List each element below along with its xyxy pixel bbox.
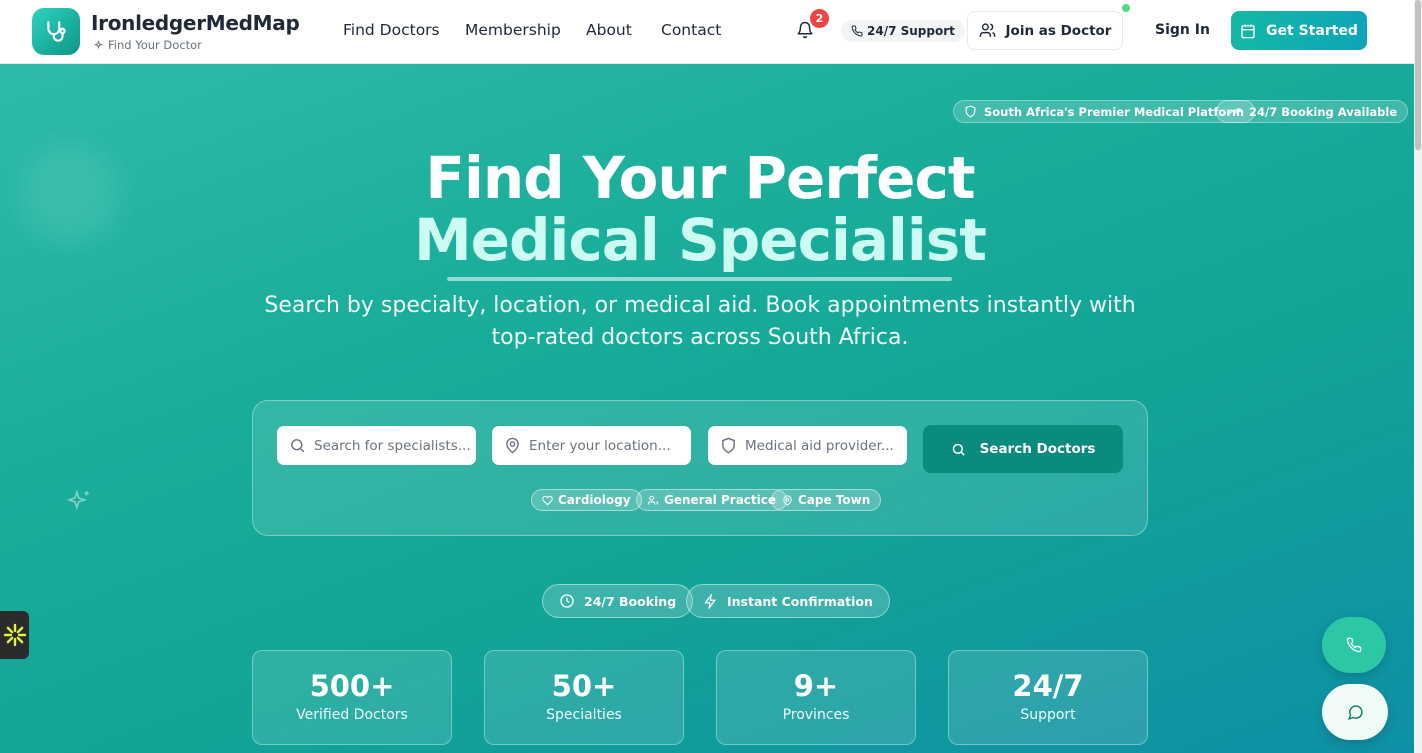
location-field[interactable]: Enter your location... [492,426,691,465]
stat-label: Provinces [782,707,850,723]
title-underline [447,277,952,281]
lightning-icon [704,593,717,609]
page-scrollbar[interactable] [1414,0,1422,753]
search-doctors-label: Search Doctors [979,441,1096,457]
logo[interactable] [32,8,80,55]
feature-24-7-booking: 24/7 Booking [542,584,694,618]
join-as-doctor-button[interactable]: Join as Doctor [967,11,1123,50]
booking-available-text: 24/7 Booking Available [1249,104,1398,119]
phone-icon [851,25,863,37]
join-as-doctor-label: Join as Doctor [1005,22,1112,39]
quick-chip-cape-town-label: Cape Town [798,493,871,507]
phone-icon [1346,637,1362,653]
stat-card-doctors: 500+ Verified Doctors [252,650,452,745]
search-icon [952,443,965,456]
specialist-search-placeholder: Search for specialists... [314,437,471,454]
shield-icon [722,437,735,454]
stat-value: 24/7 [1012,669,1084,703]
quick-chip-general-practice-label: General Practice [664,493,777,507]
brand-tagline-text: Find Your Doctor [108,38,202,52]
nav-membership[interactable]: Membership [465,21,561,39]
calendar-icon [1241,23,1255,38]
quick-chip-cardiology[interactable]: Cardiology [531,489,642,511]
stat-card-support: 24/7 Support [948,650,1148,745]
sunburst-icon [3,623,26,647]
sign-in-link[interactable]: Sign In [1155,22,1210,38]
users-icon [979,23,995,37]
support-label: 24/7 Support [867,24,955,38]
map-pin-icon [506,437,519,454]
search-panel: Search for specialists... Enter your loc… [252,400,1148,536]
feature-instant-confirmation: Instant Confirmation [686,584,890,618]
map-pin-icon [783,494,792,506]
stat-label: Support [1020,707,1076,723]
scrollbar-thumb[interactable] [1415,0,1421,150]
search-doctors-button[interactable]: Search Doctors [923,425,1123,473]
quick-chip-cardiology-label: Cardiology [558,493,631,507]
floating-call-button[interactable] [1322,617,1386,673]
trending-up-icon [1228,108,1241,115]
booking-available-badge: 24/7 Booking Available [1216,100,1409,123]
floating-chat-button[interactable] [1322,684,1388,740]
specialist-search-field[interactable]: Search for specialists... [277,426,476,465]
location-placeholder: Enter your location... [529,437,671,454]
clock-icon [560,594,574,608]
heart-icon [542,495,553,505]
site-header: IronledgerMedMap Find Your Doctor Find D… [0,0,1414,64]
nav-about[interactable]: About [586,21,632,39]
stethoscope-icon [47,20,66,42]
shield-icon [965,105,976,118]
online-indicator [1122,4,1130,12]
stat-card-specialties: 50+ Specialties [484,650,684,745]
brand-name[interactable]: IronledgerMedMap [91,11,300,35]
get-started-button[interactable]: Get Started [1231,11,1367,50]
medical-aid-placeholder: Medical aid provider... [745,437,894,454]
premier-platform-badge: South Africa's Premier Medical Platform [953,100,1255,123]
support-pill[interactable]: 24/7 Support [841,20,965,42]
sparkle-icon [66,489,89,511]
stat-label: Specialties [546,707,622,723]
nav-find-doctors[interactable]: Find Doctors [343,21,440,39]
hero-title-line1: Find Your Perfect [425,144,975,212]
notification-badge: 2 [810,9,829,28]
stat-value: 9+ [793,669,839,703]
search-icon [291,439,305,453]
sparkles-icon [93,39,104,49]
side-widget-button[interactable] [0,611,29,659]
users-icon [647,495,659,505]
quick-chip-general-practice[interactable]: General Practice [636,489,788,511]
hero-title-line2: Medical Specialist [413,206,987,274]
hero-section: South Africa's Premier Medical Platform … [0,64,1414,753]
quick-chip-cape-town[interactable]: Cape Town [771,489,882,511]
medical-aid-field[interactable]: Medical aid provider... [708,426,907,465]
brand-tagline: Find Your Doctor [93,38,202,52]
feature-24-7-booking-label: 24/7 Booking [584,593,677,609]
message-circle-icon [1347,704,1363,720]
get-started-label: Get Started [1266,22,1358,39]
premier-platform-text: South Africa's Premier Medical Platform [984,104,1244,119]
feature-instant-confirmation-label: Instant Confirmation [727,593,873,609]
stat-value: 50+ [551,669,617,703]
nav-contact[interactable]: Contact [661,21,721,39]
stat-value: 500+ [309,669,395,703]
stat-label: Verified Doctors [296,707,408,723]
stat-card-provinces: 9+ Provinces [716,650,916,745]
hero-subtitle: Search by specialty, location, or medica… [264,293,1136,350]
